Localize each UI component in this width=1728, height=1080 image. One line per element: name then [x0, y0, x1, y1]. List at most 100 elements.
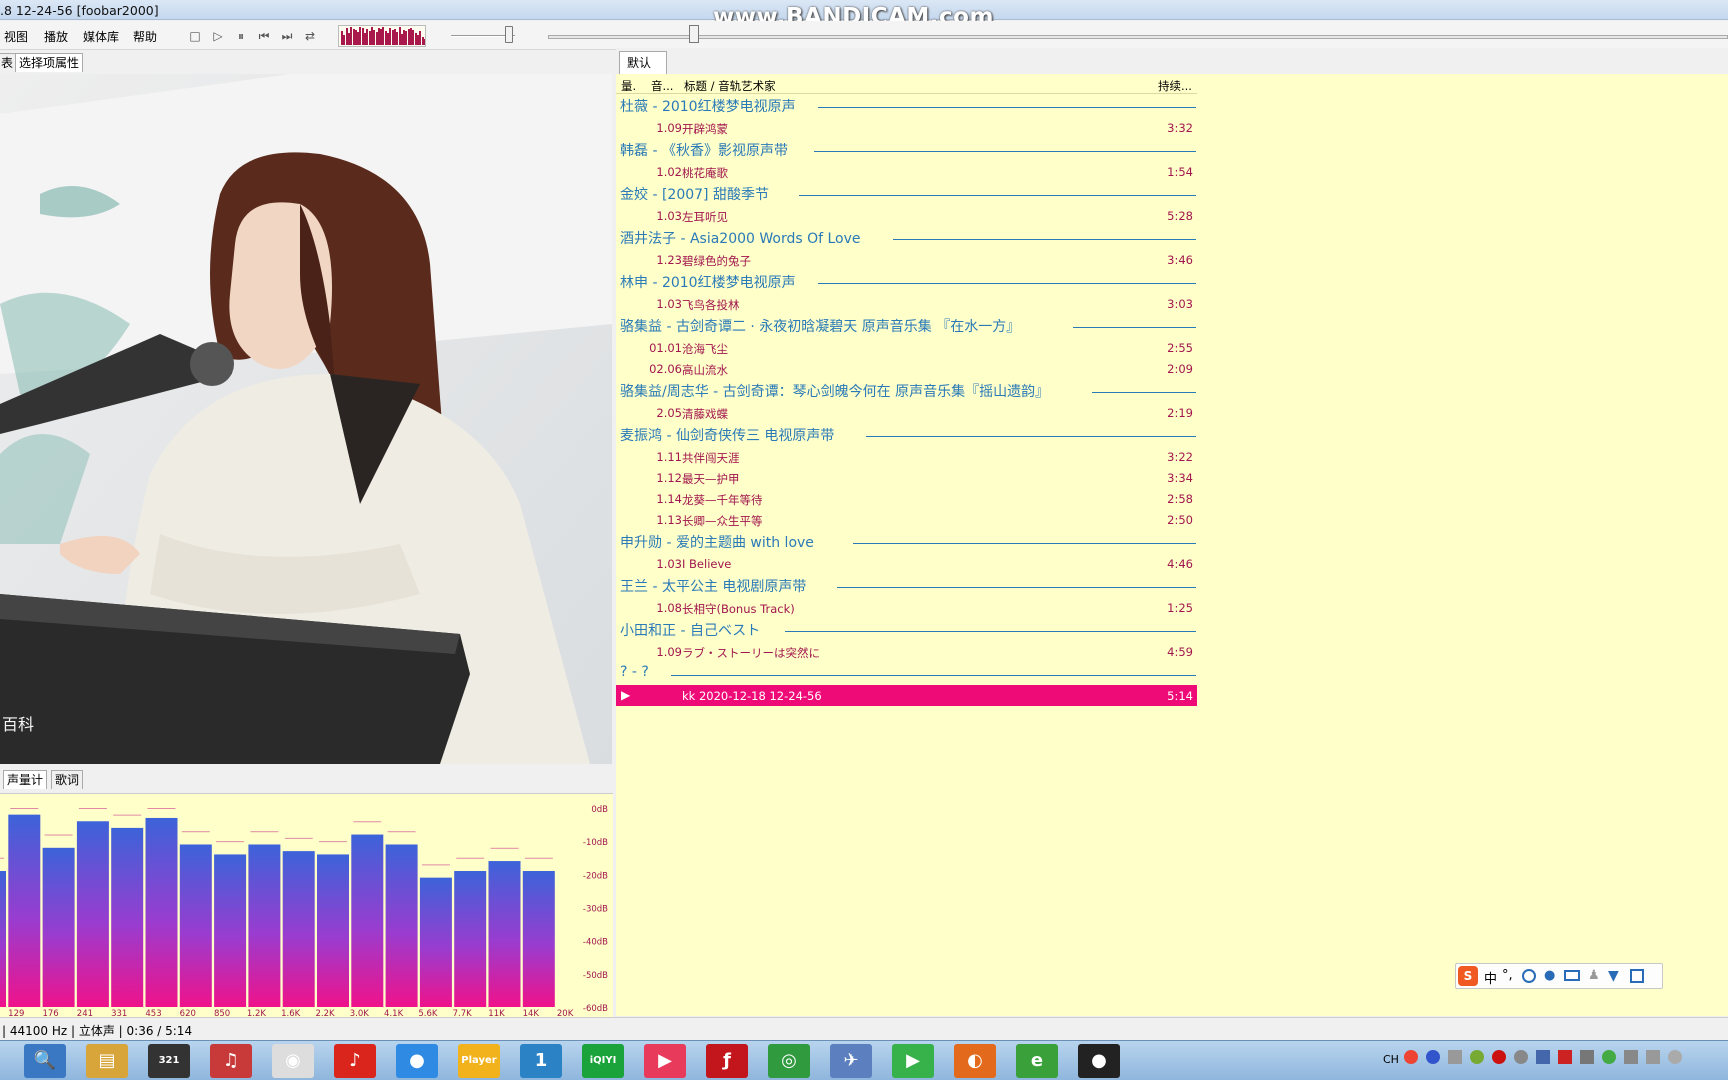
- bandicam-app-icon[interactable]: ●: [1078, 1044, 1120, 1078]
- group-header[interactable]: 金姣 - [2007] 甜酸季节: [620, 184, 1196, 206]
- ie-app-icon[interactable]: e: [1016, 1044, 1058, 1078]
- group-header[interactable]: 王兰 - 太平公主 电视剧原声带: [620, 576, 1196, 598]
- tray-sogou-icon[interactable]: [1404, 1050, 1418, 1064]
- feather-app-icon[interactable]: ✈: [830, 1044, 872, 1078]
- group-header[interactable]: 小田和正 - 自己ベスト: [620, 620, 1196, 642]
- ime-mode-label[interactable]: 中: [1484, 968, 1497, 987]
- playlist-row[interactable]: 1.09 开辟鸿蒙 3:32: [616, 117, 1197, 138]
- group-header[interactable]: 麦振鸿 - 仙剑奇侠传三 电视原声带: [620, 425, 1196, 447]
- spectrum-peak: [216, 841, 245, 843]
- playlist-row[interactable]: 1.23 碧绿色的兔子 3:46: [616, 249, 1197, 270]
- tray-app-icon[interactable]: [1470, 1050, 1484, 1064]
- spectrum-peak: [284, 837, 313, 839]
- stop-icon[interactable]: □: [186, 27, 204, 45]
- pause-icon[interactable]: ⏸: [232, 27, 250, 45]
- playlist-row-playing[interactable]: ▶ kk 2020-12-18 12-24-56 5:14: [616, 685, 1197, 706]
- playlist-row[interactable]: 1.03 飞鸟各投林 3:03: [616, 293, 1197, 314]
- ime-user-icon[interactable]: ♟: [1588, 968, 1600, 983]
- playlist-row[interactable]: 1.08 长相守(Bonus Track) 1:25: [616, 597, 1197, 618]
- track-duration: 2:58: [1167, 492, 1193, 506]
- tab-volume-meter[interactable]: 声量计: [3, 770, 48, 789]
- video-app-icon[interactable]: 321: [148, 1044, 190, 1078]
- prev-icon[interactable]: ⏮: [255, 27, 273, 45]
- menu-view[interactable]: 视图: [4, 28, 28, 45]
- playlist-row[interactable]: 2.05 清藤戏蝶 2:19: [616, 402, 1197, 423]
- ime-toolbar: S 中 °, ● ♟ ▼: [1455, 963, 1663, 989]
- tray-record-icon[interactable]: [1492, 1050, 1506, 1064]
- col-header-title[interactable]: 标题 / 音轨艺术家: [684, 78, 776, 94]
- tray-speaker-icon[interactable]: [1646, 1050, 1660, 1064]
- col-header-track[interactable]: 音...: [651, 78, 673, 94]
- playlist-row[interactable]: 1.12 最天—护甲 3:34: [616, 467, 1197, 488]
- col-header-duration[interactable]: 持续...: [1158, 78, 1192, 94]
- youku-app-icon[interactable]: ▶: [644, 1044, 686, 1078]
- tray-help-icon[interactable]: [1426, 1050, 1440, 1064]
- spectrum-bar: [488, 861, 521, 1007]
- volume-knob[interactable]: [505, 26, 513, 43]
- chrome-app-icon[interactable]: ●: [396, 1044, 438, 1078]
- seek-bar[interactable]: [548, 35, 1728, 39]
- ime-emoji-icon[interactable]: [1522, 969, 1536, 983]
- tray-flash-icon[interactable]: [1558, 1050, 1572, 1064]
- menu-library[interactable]: 媒体库: [83, 28, 119, 45]
- netease-app-icon[interactable]: ♪: [334, 1044, 376, 1078]
- group-header[interactable]: 骆集益 - 古剑奇谭二 · 永夜初晗凝碧天 原声音乐集 『在水一方』: [620, 316, 1196, 338]
- firefox-app-icon[interactable]: ◐: [954, 1044, 996, 1078]
- search-app-icon[interactable]: 🔍: [24, 1044, 66, 1078]
- system-tray[interactable]: [1404, 1050, 1724, 1072]
- sogou-logo-icon[interactable]: S: [1458, 966, 1478, 986]
- group-header[interactable]: ? - ?: [620, 664, 1196, 686]
- playlist-row[interactable]: 01.01 沧海飞尘 2:55: [616, 337, 1197, 358]
- playlist-row[interactable]: 1.03 I Believe 4:46: [616, 553, 1197, 574]
- playlist-row[interactable]: 1.13 长卿—众生平等 2:50: [616, 509, 1197, 530]
- group-header[interactable]: 骆集益/周志华 - 古剑奇谭：琴心剑魄今何在 原声音乐集『摇山遗韵』: [620, 381, 1196, 403]
- next-icon[interactable]: ⏭: [278, 27, 296, 45]
- tray-plus-icon[interactable]: [1602, 1050, 1616, 1064]
- headphone-app-icon[interactable]: ♫: [210, 1044, 252, 1078]
- ime-keyboard-icon[interactable]: [1564, 970, 1580, 981]
- tray-clock-icon[interactable]: [1668, 1050, 1682, 1064]
- app-1-icon[interactable]: 1: [520, 1044, 562, 1078]
- playlist-row[interactable]: 02.06 高山流水 2:09: [616, 358, 1197, 379]
- group-divider: [799, 195, 1196, 196]
- group-header[interactable]: 韩磊 - 《秋香》影视原声带: [620, 140, 1196, 162]
- explorer-app-icon[interactable]: ▤: [86, 1044, 128, 1078]
- playlist-row[interactable]: 1.02 桃花庵歌 1:54: [616, 161, 1197, 182]
- potplayer-app-icon[interactable]: Player: [458, 1044, 500, 1078]
- playlist-row[interactable]: 1.14 龙葵—千年等待 2:58: [616, 488, 1197, 509]
- flash-app-icon[interactable]: ƒ: [706, 1044, 748, 1078]
- play-app-icon[interactable]: ▶: [892, 1044, 934, 1078]
- ime-menu-icon[interactable]: [1630, 969, 1644, 983]
- tray-power-icon[interactable]: [1514, 1050, 1528, 1064]
- random-icon[interactable]: ⇄: [301, 27, 319, 45]
- group-header[interactable]: 酒井法子 - Asia2000 Words Of Love: [620, 228, 1196, 250]
- play-icon[interactable]: ▷: [209, 27, 227, 45]
- tab-playlist-default[interactable]: 默认: [619, 51, 667, 74]
- group-header[interactable]: 申升勋 - 爱的主题曲 with love: [620, 532, 1196, 554]
- track-title: I Believe: [682, 557, 732, 571]
- ime-mic-icon[interactable]: ●: [1544, 968, 1555, 983]
- menu-help[interactable]: 帮助: [133, 28, 157, 45]
- ime-punct-icon[interactable]: °,: [1502, 968, 1513, 983]
- playlist-row[interactable]: 1.09 ラブ・ストーリーは突然に 4:59: [616, 641, 1197, 662]
- cover-photo: 百科: [0, 74, 612, 764]
- tray-network-icon[interactable]: [1448, 1050, 1462, 1064]
- iqiyi-app-icon[interactable]: iQIYI: [582, 1044, 624, 1078]
- tray-usb-icon[interactable]: [1580, 1050, 1594, 1064]
- status-text: | 44100 Hz | 立体声 | 0:36 / 5:14: [2, 1024, 193, 1038]
- ime-skin-icon[interactable]: ▼: [1608, 968, 1619, 984]
- chrome2-app-icon[interactable]: ◎: [768, 1044, 810, 1078]
- tray-volume-icon[interactable]: [1624, 1050, 1638, 1064]
- playlist-row[interactable]: 1.11 共伴闯天涯 3:22: [616, 446, 1197, 467]
- tab-lyrics[interactable]: 歌词: [51, 770, 84, 789]
- tray-language[interactable]: CH: [1383, 1053, 1399, 1066]
- group-header[interactable]: 林申 - 2010红楼梦电视原声: [620, 272, 1196, 294]
- playlist-row[interactable]: 1.03 左耳听见 5:28: [616, 205, 1197, 226]
- col-header-index[interactable]: 量.: [621, 78, 636, 94]
- seek-knob[interactable]: [689, 25, 699, 43]
- group-header[interactable]: 杜薇 - 2010红楼梦电视原声: [620, 96, 1196, 118]
- tray-shield-icon[interactable]: [1536, 1050, 1550, 1064]
- foobar-app-icon[interactable]: ◉: [272, 1044, 314, 1078]
- tab-selection-properties[interactable]: 选择项属性: [15, 53, 84, 72]
- menu-playback[interactable]: 播放: [44, 28, 68, 45]
